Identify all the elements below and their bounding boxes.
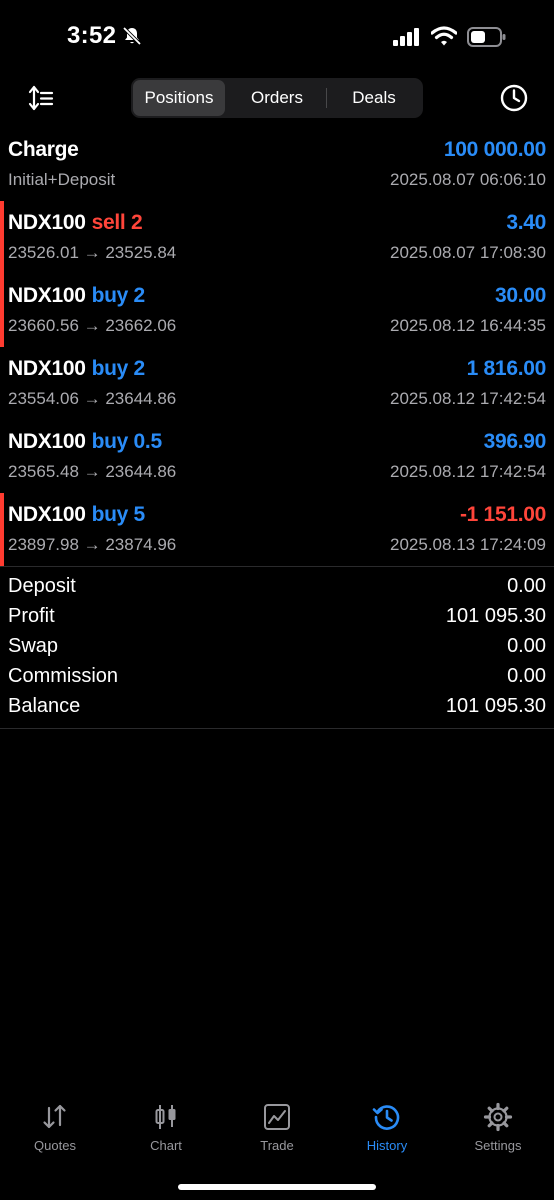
position-prices: 23526.01 → 23525.84 — [8, 243, 177, 262]
tabbar-label: History — [366, 1138, 408, 1153]
position-accent-bar — [0, 493, 4, 566]
summary-label: Commission — [8, 665, 119, 687]
position-date: 2025.08.07 17:08:30 — [390, 243, 546, 262]
position-accent-bar — [0, 274, 4, 347]
tabbar-label: Quotes — [34, 1138, 76, 1153]
position-profit: 1 816.00 — [466, 357, 547, 380]
segmented-control: Positions Orders Deals — [131, 78, 423, 118]
position-row[interactable]: NDX100 buy 5 23897.98 → 23874.96 -1 151.0… — [0, 493, 554, 566]
history-icon — [372, 1105, 400, 1130]
summary-row-commission: Commission 0.00 — [0, 663, 554, 693]
position-date: 2025.08.13 17:24:09 — [390, 535, 546, 554]
summary-row-balance: Balance 101 095.30 — [0, 693, 554, 723]
position-prices: 23554.06 → 23644.86 — [8, 389, 177, 408]
tab-deals[interactable]: Deals — [327, 80, 421, 116]
status-time: 3:52 — [67, 22, 117, 49]
charge-row[interactable]: Charge Initial+Deposit 100 000.00 2025.0… — [0, 128, 554, 201]
summary-row-swap: Swap 0.00 — [0, 633, 554, 663]
summary-label: Balance — [8, 695, 81, 717]
summary-label: Profit — [8, 605, 55, 627]
position-symbol: NDX100 — [8, 211, 86, 234]
position-side: buy 5 — [91, 503, 146, 526]
charge-title: Charge — [8, 138, 79, 161]
position-side: buy 2 — [91, 357, 146, 380]
sort-icon[interactable] — [27, 84, 55, 112]
position-row[interactable]: NDX100 buy 2 23554.06 → 23644.86 1 816.00… — [0, 347, 554, 420]
position-symbol: NDX100 — [8, 284, 86, 307]
tabbar-label: Trade — [260, 1138, 294, 1153]
cellular-signal-icon — [393, 28, 419, 46]
tabbar-item-history[interactable]: History — [332, 1090, 442, 1160]
position-profit: 3.40 — [506, 211, 546, 234]
tabbar-label: Settings — [474, 1138, 522, 1153]
summary-value: 101 095.30 — [445, 605, 546, 627]
summary-row-profit: Profit 101 095.30 — [0, 603, 554, 633]
trade-icon — [264, 1104, 290, 1130]
position-symbol: NDX100 — [8, 430, 86, 453]
charge-subtitle: Initial+Deposit — [8, 170, 116, 189]
battery-icon — [467, 27, 506, 47]
summary-label: Deposit — [8, 575, 76, 597]
position-title: NDX100 sell 2 — [8, 211, 143, 235]
summary-value: 0.00 — [507, 665, 546, 687]
position-date: 2025.08.12 16:44:35 — [390, 316, 546, 335]
charge-value: 100 000.00 — [443, 138, 546, 161]
chart-icon — [155, 1105, 176, 1129]
quotes-icon — [43, 1104, 66, 1129]
divider — [0, 728, 554, 729]
position-row[interactable]: NDX100 buy 2 23660.56 → 23662.06 30.00 20… — [0, 274, 554, 347]
position-date: 2025.08.12 17:42:54 — [390, 462, 546, 481]
tab-positions[interactable]: Positions — [133, 80, 225, 116]
position-row[interactable]: NDX100 buy 0.5 23565.48 → 23644.86 396.90… — [0, 420, 554, 493]
summary-row-deposit: Deposit 0.00 — [0, 573, 554, 603]
charge-date: 2025.08.07 06:06:10 — [390, 170, 546, 189]
summary-value: 101 095.30 — [445, 695, 546, 717]
summary-label: Swap — [8, 635, 59, 657]
position-profit: -1 151.00 — [459, 503, 546, 526]
summary-value: 0.00 — [507, 635, 546, 657]
position-prices: 23565.48 → 23644.86 — [8, 462, 177, 481]
divider — [0, 566, 554, 567]
position-title: NDX100 buy 2 — [8, 284, 145, 308]
tabbar-label: Chart — [150, 1138, 182, 1153]
position-row[interactable]: NDX100 sell 2 23526.01 → 23525.84 3.40 20… — [0, 201, 554, 274]
summary-value: 0.00 — [507, 575, 546, 597]
position-title: NDX100 buy 0.5 — [8, 430, 162, 454]
position-profit: 30.00 — [494, 284, 546, 307]
bell-muted-icon — [122, 26, 142, 46]
tab-orders[interactable]: Orders — [229, 80, 325, 116]
position-date: 2025.08.12 17:42:54 — [390, 389, 546, 408]
position-side: buy 0.5 — [91, 430, 163, 453]
position-side: buy 2 — [91, 284, 146, 307]
position-profit: 396.90 — [483, 430, 547, 453]
position-accent-bar — [0, 201, 4, 274]
tabbar-item-settings[interactable]: Settings — [443, 1090, 553, 1160]
position-title: NDX100 buy 5 — [8, 503, 145, 527]
tabbar-item-trade[interactable]: Trade — [222, 1090, 332, 1160]
wifi-icon — [431, 26, 457, 46]
position-symbol: NDX100 — [8, 357, 86, 380]
home-indicator[interactable] — [178, 1184, 376, 1190]
position-side: sell 2 — [91, 211, 143, 234]
position-prices: 23897.98 → 23874.96 — [8, 535, 177, 554]
tabbar-item-chart[interactable]: Chart — [111, 1090, 221, 1160]
status-bar: 3:52 — [0, 0, 554, 76]
position-prices: 23660.56 → 23662.06 — [8, 316, 177, 335]
position-symbol: NDX100 — [8, 503, 86, 526]
tabbar-item-quotes[interactable]: Quotes — [0, 1090, 110, 1160]
settings-icon — [483, 1102, 513, 1132]
position-title: NDX100 buy 2 — [8, 357, 145, 381]
clock-icon[interactable] — [498, 82, 530, 114]
